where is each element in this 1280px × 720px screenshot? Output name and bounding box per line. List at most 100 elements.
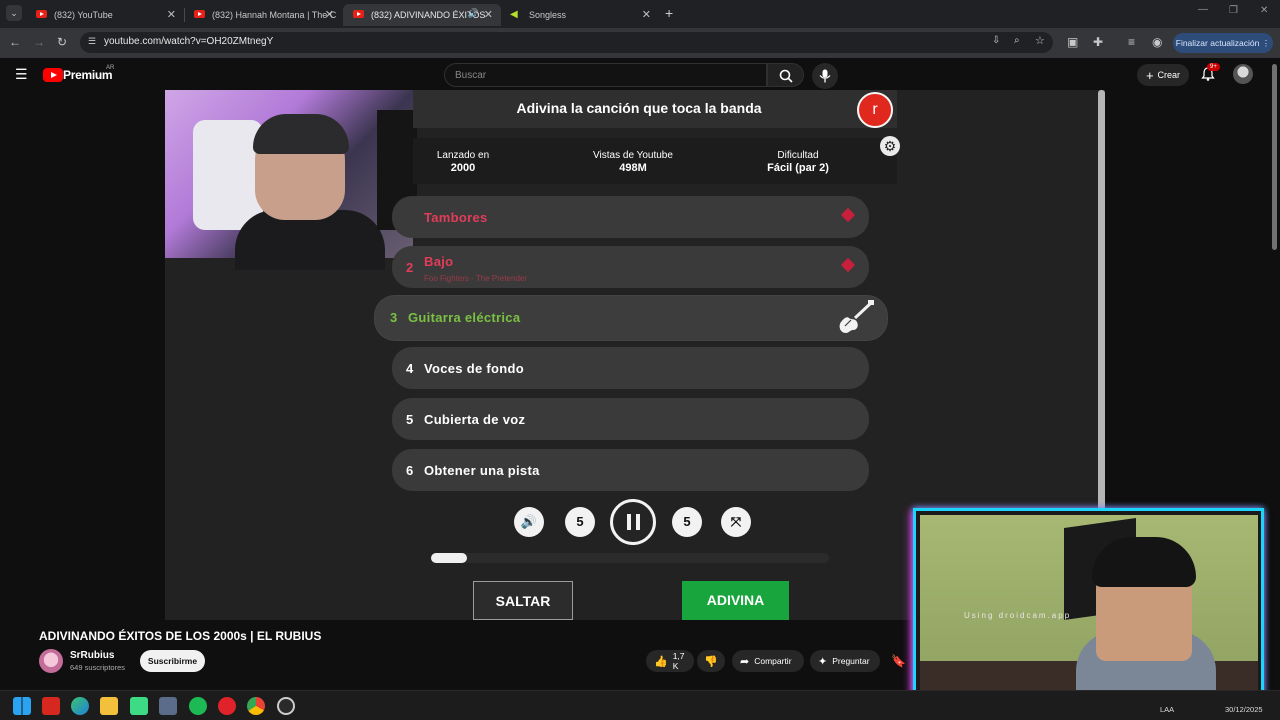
browser-tab-hannah-montana[interactable]: (832) Hannah Montana | The C ✕ <box>184 4 342 26</box>
track-backing-vocals[interactable]: 4 Voces de fondo <box>392 347 869 389</box>
browser-tab-songless[interactable]: ◀ Songless ✕ <box>501 4 659 26</box>
close-tab-icon[interactable]: ✕ <box>642 8 651 21</box>
track-bass[interactable]: 2 Bajo Foo Fighters - The Pretender <box>392 246 869 288</box>
finish-update-button[interactable]: Finalizar actualización ⋮ <box>1173 33 1273 53</box>
system-date[interactable]: 30/12/2025 <box>1225 705 1263 714</box>
thumbs-up-icon: 👍 <box>654 655 668 668</box>
stat-label: Vistas de Youtube <box>593 150 673 161</box>
search-button[interactable] <box>767 63 804 87</box>
track-drums[interactable]: Tambores <box>392 196 869 238</box>
dislike-button[interactable]: 👎 <box>697 650 725 672</box>
droidcam-watermark: Using droidcam.app <box>964 611 1072 620</box>
user-avatar-bubble[interactable]: r <box>857 92 893 128</box>
tab-list-dropdown-icon[interactable]: ⌄ <box>6 5 22 21</box>
edge-icon[interactable] <box>71 697 89 715</box>
back-arrow-icon[interactable]: ← <box>9 35 21 49</box>
youtube-premium-label[interactable]: Premium <box>63 68 113 82</box>
window-close-icon[interactable]: ✕ <box>1260 5 1268 16</box>
window-restore-icon[interactable]: ❐ <box>1229 5 1238 16</box>
opera-icon[interactable] <box>218 697 236 715</box>
streamer-webcam-overlay <box>165 90 417 270</box>
ask-button[interactable]: ✦ Preguntar <box>810 650 880 672</box>
android-app-icon[interactable] <box>130 697 148 715</box>
hamburger-menu-icon[interactable]: ☰ <box>15 66 28 83</box>
audio-playing-icon[interactable]: 🔊 <box>468 8 479 19</box>
youtube-header: ☰ Premium AR Buscar + Crear 9+ <box>0 58 1280 90</box>
rewind-5-button[interactable]: 5 <box>565 507 595 537</box>
track-vocal-cover[interactable]: 5 Cubierta de voz <box>392 398 869 440</box>
share-label: Compartir <box>754 656 792 666</box>
track-get-hint[interactable]: 6 Obtener una pista <box>392 449 869 491</box>
share-button[interactable]: ➦ Compartir <box>732 650 804 672</box>
close-tab-icon[interactable]: ✕ <box>484 8 493 21</box>
channel-avatar[interactable] <box>39 649 63 673</box>
like-button[interactable]: 👍 1,7 K <box>646 650 694 672</box>
volume-icon[interactable]: 🔊 <box>514 507 544 537</box>
track-label: Cubierta de voz <box>424 412 526 427</box>
browser-tab-adivinando[interactable]: (832) ADIVINANDO ÉXITOS 🔊 ✕ <box>343 4 501 26</box>
site-info-icon[interactable]: ☰ <box>88 36 96 47</box>
save-bookmark-icon[interactable]: 🔖 <box>891 654 906 668</box>
reload-icon[interactable]: ↻ <box>57 35 67 49</box>
track-number: 4 <box>406 361 414 376</box>
track-label: Obtener una pista <box>424 463 540 478</box>
window-minimize-icon[interactable]: — <box>1198 4 1208 15</box>
reading-list-icon[interactable]: ≡ <box>1128 35 1135 49</box>
wrong-guess-text: Foo Fighters - The Pretender <box>424 274 528 283</box>
page-scrollbar[interactable] <box>1272 64 1277 250</box>
browser-tab-youtube[interactable]: (832) YouTube ✕ <box>26 4 185 26</box>
game-header: Adivina la canción que toca la banda <box>413 90 897 128</box>
create-label: Crear <box>1157 70 1181 80</box>
settings-gear-icon[interactable]: ⚙ <box>880 136 900 156</box>
new-tab-icon[interactable]: + <box>665 5 673 21</box>
address-bar[interactable]: ☰ youtube.com/watch?v=OH20ZMtnegY ⇩ ⌕ ☆ <box>80 32 1053 53</box>
person-hair <box>1092 537 1196 587</box>
search-input[interactable]: Buscar <box>444 63 767 87</box>
forward-arrow-icon[interactable]: → <box>33 35 45 49</box>
extension-media-icon[interactable]: ▣ <box>1067 35 1078 49</box>
tab-title: Songless <box>529 10 567 20</box>
channel-name[interactable]: SrRubius <box>70 650 114 661</box>
microphone-icon <box>819 69 831 83</box>
difficulty-stat: Dificultad Fácil (par 2) <box>748 150 848 174</box>
steam-icon[interactable] <box>277 697 295 715</box>
ask-label: Preguntar <box>832 656 870 666</box>
subscribe-button[interactable]: Suscribirme <box>140 650 205 672</box>
app-icon-red[interactable] <box>42 697 60 715</box>
forward-5-button[interactable]: 5 <box>672 507 702 537</box>
playback-progress-fill <box>431 553 467 563</box>
voice-search-button[interactable] <box>812 63 838 89</box>
track-label: Guitarra eléctrica <box>408 310 521 325</box>
extensions-puzzle-icon[interactable]: ✚ <box>1093 35 1103 49</box>
keyboard-language[interactable]: LAA <box>1160 705 1174 714</box>
install-app-icon[interactable]: ⇩ <box>992 35 1000 46</box>
pause-button[interactable] <box>610 499 656 545</box>
playback-progress-bar[interactable] <box>431 553 829 563</box>
create-button[interactable]: + Crear <box>1137 64 1189 86</box>
track-electric-guitar[interactable]: 3 Guitarra eléctrica <box>375 296 887 340</box>
calculator-icon[interactable] <box>159 697 177 715</box>
repeat-off-icon[interactable]: ⤧ <box>721 507 751 537</box>
windows-start-icon[interactable] <box>13 697 31 715</box>
youtube-favicon-icon <box>194 10 205 18</box>
youtube-favicon-icon <box>36 10 47 18</box>
file-explorer-icon[interactable] <box>100 697 118 715</box>
chrome-icon[interactable] <box>247 697 265 715</box>
youtube-logo-icon[interactable] <box>43 68 63 82</box>
spotify-icon[interactable] <box>189 697 207 715</box>
profile-icon[interactable]: ◉ <box>1152 35 1162 49</box>
game-scrollbar[interactable] <box>1098 90 1105 510</box>
electric-guitar-icon <box>839 300 874 333</box>
close-tab-icon[interactable]: ✕ <box>325 8 334 21</box>
browser-toolbar: ← → ↻ ☰ youtube.com/watch?v=OH20ZMtnegY … <box>0 28 1280 58</box>
account-avatar[interactable] <box>1233 64 1253 84</box>
sparkle-icon: ✦ <box>818 655 828 668</box>
bookmark-star-icon[interactable]: ☆ <box>1035 34 1045 47</box>
guess-button[interactable]: ADIVINA <box>682 581 789 620</box>
subscriber-count: 649 suscriptores <box>70 663 126 672</box>
zoom-icon[interactable]: ⌕ <box>1014 35 1020 46</box>
track-number: 6 <box>406 463 414 478</box>
skip-button[interactable]: SALTAR <box>473 581 573 620</box>
close-tab-icon[interactable]: ✕ <box>167 8 176 21</box>
stat-value: 498M <box>619 162 647 174</box>
